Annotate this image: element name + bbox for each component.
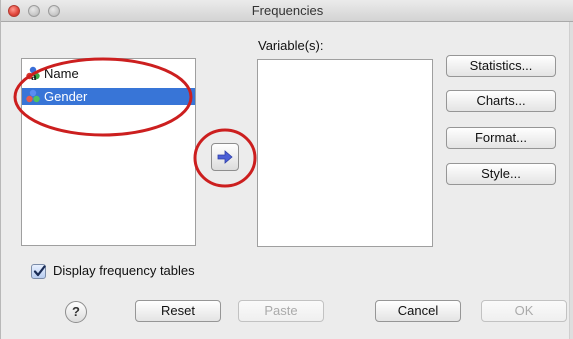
frequencies-dialog: Frequencies a Name Gender Variable(s): S… xyxy=(0,0,573,339)
ok-button: OK xyxy=(481,300,567,322)
help-button[interactable]: ? xyxy=(65,301,87,323)
move-to-variables-button[interactable] xyxy=(211,143,239,171)
window-edge xyxy=(569,22,573,339)
checkmark-icon xyxy=(33,265,46,277)
charts-button[interactable]: Charts... xyxy=(446,90,556,112)
nominal-string-variable-icon: a xyxy=(26,66,40,81)
statistics-button[interactable]: Statistics... xyxy=(446,55,556,77)
list-item-name[interactable]: a Name xyxy=(22,65,195,82)
arrow-right-icon xyxy=(217,150,233,164)
list-item-label: Name xyxy=(44,66,79,81)
svg-text:a: a xyxy=(31,71,37,81)
window-title: Frequencies xyxy=(251,3,324,18)
nominal-variable-icon xyxy=(26,89,40,103)
cancel-button[interactable]: Cancel xyxy=(375,300,461,322)
list-item-gender[interactable]: Gender xyxy=(22,88,195,105)
title-bar: Frequencies xyxy=(1,0,573,22)
display-frequency-tables-checkbox[interactable] xyxy=(31,264,46,279)
zoom-window-button[interactable] xyxy=(48,5,60,17)
style-button[interactable]: Style... xyxy=(446,163,556,185)
selected-variables-list[interactable] xyxy=(257,59,433,247)
format-button[interactable]: Format... xyxy=(446,127,556,149)
variables-label: Variable(s): xyxy=(258,38,324,53)
paste-button: Paste xyxy=(238,300,324,322)
source-variable-list[interactable]: a Name Gender xyxy=(21,58,196,246)
list-item-label: Gender xyxy=(44,89,88,104)
close-window-button[interactable] xyxy=(8,5,20,17)
minimize-window-button[interactable] xyxy=(28,5,40,17)
reset-button[interactable]: Reset xyxy=(135,300,221,322)
display-frequency-tables-label: Display frequency tables xyxy=(53,263,195,278)
